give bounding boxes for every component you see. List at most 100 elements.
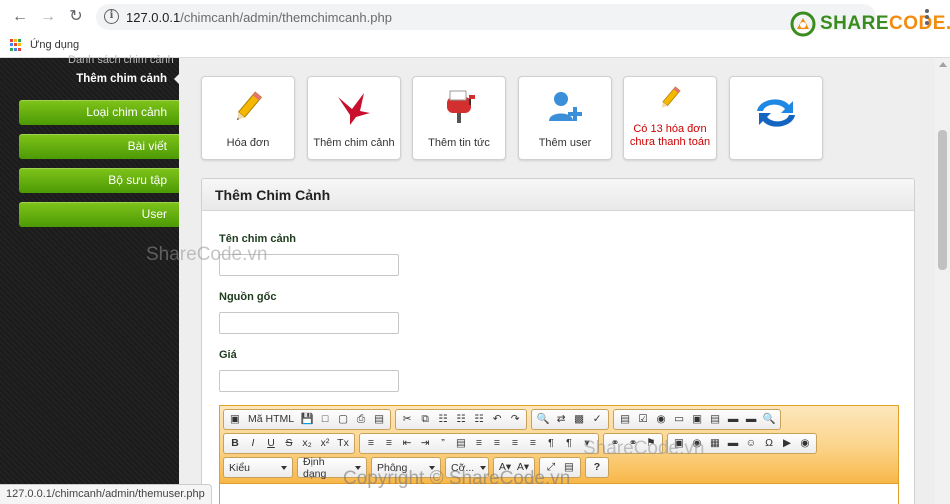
print-icon[interactable]: ⎙: [353, 411, 369, 428]
source-button[interactable]: Mã HTML: [245, 411, 297, 428]
table-icon[interactable]: ▦: [707, 435, 723, 452]
info-icon[interactable]: i: [104, 9, 119, 24]
align-left-icon[interactable]: ≡: [471, 435, 487, 452]
unlink-icon[interactable]: ⚭: [625, 435, 641, 452]
link-icon[interactable]: ⚭: [607, 435, 623, 452]
checkbox-icon[interactable]: ☑: [635, 411, 651, 428]
sidebar-item-add-bird[interactable]: Thêm chim cảnh: [0, 70, 179, 88]
spellcheck-icon[interactable]: ✓: [589, 411, 605, 428]
smiley-icon[interactable]: ☺: [743, 435, 759, 452]
indent-icon[interactable]: ⇥: [417, 435, 433, 452]
reload-icon[interactable]: ↻: [66, 7, 86, 27]
tile-unpaid-invoices[interactable]: Có 13 hóa đơn chưa thanh toán: [623, 76, 717, 160]
tile-refresh[interactable]: [729, 76, 823, 160]
save-icon[interactable]: 💾: [299, 411, 315, 428]
bird-icon: [308, 87, 400, 127]
browser-menu-icon[interactable]: [925, 9, 929, 25]
form-icon[interactable]: ▤: [617, 411, 633, 428]
templates-icon[interactable]: ▤: [371, 411, 387, 428]
maximize-icon[interactable]: ⤢: [543, 459, 559, 476]
editor-content-area[interactable]: [220, 483, 898, 504]
sidebar-item-bird-category[interactable]: Loại chim cảnh: [19, 100, 179, 125]
paste-word-icon[interactable]: ☷: [471, 411, 487, 428]
price-input[interactable]: [219, 370, 399, 392]
preview-icon[interactable]: ▢: [335, 411, 351, 428]
language-icon[interactable]: ▾: [579, 435, 595, 452]
superscript-button[interactable]: x²: [317, 435, 333, 452]
bird-name-input[interactable]: [219, 254, 399, 276]
toolbar-group-about: ?: [585, 457, 609, 478]
page-break-icon[interactable]: ▶: [779, 435, 795, 452]
justify-icon[interactable]: ≡: [525, 435, 541, 452]
hidden-field-icon[interactable]: 🔍: [761, 411, 777, 428]
sidebar-item-posts[interactable]: Bài viết: [19, 134, 179, 159]
underline-button[interactable]: U: [263, 435, 279, 452]
div-container-icon[interactable]: ▤: [453, 435, 469, 452]
find-icon[interactable]: 🔍: [535, 411, 551, 428]
format-combo[interactable]: Định dạng: [297, 456, 367, 480]
button-field-icon[interactable]: ▬: [725, 411, 741, 428]
subscript-button[interactable]: x₂: [299, 435, 315, 452]
text-color-icon[interactable]: A▾: [497, 459, 513, 476]
bold-button[interactable]: B: [227, 435, 243, 452]
tile-add-news[interactable]: Thêm tin tức: [412, 76, 506, 160]
flash-icon[interactable]: ◉: [689, 435, 705, 452]
bookmark-apps-label[interactable]: Ứng dụng: [30, 39, 79, 51]
align-right-icon[interactable]: ≡: [507, 435, 523, 452]
remove-format-button[interactable]: Tx: [335, 435, 351, 452]
outdent-icon[interactable]: ⇤: [399, 435, 415, 452]
anchor-icon[interactable]: ⚑: [643, 435, 659, 452]
sidebar-item-user[interactable]: User: [19, 202, 179, 227]
undo-icon[interactable]: ↶: [489, 411, 505, 428]
image-button-icon[interactable]: ▬: [743, 411, 759, 428]
tile-add-bird[interactable]: Thêm chim cảnh: [307, 76, 401, 160]
show-blocks-icon[interactable]: ▤: [561, 459, 577, 476]
iframe-icon[interactable]: ◉: [797, 435, 813, 452]
special-char-icon[interactable]: Ω: [761, 435, 777, 452]
select-field-icon[interactable]: ▤: [707, 411, 723, 428]
bulleted-list-icon[interactable]: ≡: [381, 435, 397, 452]
chevron-down-icon: [480, 465, 487, 470]
back-arrow-icon[interactable]: ←: [10, 7, 30, 27]
copy-icon[interactable]: ⧉: [417, 411, 433, 428]
origin-input[interactable]: [219, 312, 399, 334]
align-center-icon[interactable]: ≡: [489, 435, 505, 452]
font-combo[interactable]: Phông: [371, 457, 441, 478]
font-size-combo[interactable]: Cỡ...: [445, 457, 489, 478]
replace-icon[interactable]: ⇄: [553, 411, 569, 428]
help-button[interactable]: ?: [589, 459, 605, 476]
ltr-icon[interactable]: ¶: [543, 435, 559, 452]
sidebar-item-collection[interactable]: Bộ sưu tập: [19, 168, 179, 193]
styles-combo[interactable]: Kiểu: [223, 457, 293, 478]
rtl-icon[interactable]: ¶: [561, 435, 577, 452]
forward-arrow-icon[interactable]: →: [38, 7, 58, 27]
cut-icon[interactable]: ✂: [399, 411, 415, 428]
horizontal-rule-icon[interactable]: ▬: [725, 435, 741, 452]
font-combo-label: Phông: [377, 461, 408, 474]
tile-add-user[interactable]: Thêm user: [518, 76, 612, 160]
italic-button[interactable]: I: [245, 435, 261, 452]
toolbar-group-document: ▣ Mã HTML 💾 □ ▢ ⎙ ▤: [223, 409, 392, 430]
apps-grid-icon[interactable]: [10, 39, 22, 51]
address-bar[interactable]: i 127.0.0.1/chimcanh/admin/themchimcanh.…: [96, 4, 876, 30]
numbered-list-icon[interactable]: ≡: [363, 435, 379, 452]
paste-text-icon[interactable]: ☷: [453, 411, 469, 428]
radio-icon[interactable]: ◉: [653, 411, 669, 428]
tile-invoices[interactable]: Hóa đơn: [201, 76, 295, 160]
paste-icon[interactable]: ☷: [435, 411, 451, 428]
blockquote-icon[interactable]: ”: [435, 435, 451, 452]
bg-color-icon[interactable]: A▾: [515, 459, 531, 476]
image-icon[interactable]: ▣: [671, 435, 687, 452]
strike-button[interactable]: S: [281, 435, 297, 452]
redo-icon[interactable]: ↷: [507, 411, 523, 428]
textfield-icon[interactable]: ▭: [671, 411, 687, 428]
select-all-icon[interactable]: ▩: [571, 411, 587, 428]
scroll-up-arrow-icon[interactable]: [939, 62, 947, 67]
textarea-icon[interactable]: ▣: [689, 411, 705, 428]
address-url[interactable]: 127.0.0.1/chimcanh/admin/themchimcanh.ph…: [126, 10, 392, 25]
scrollbar-thumb[interactable]: [938, 130, 947, 270]
sidebar-item-cut[interactable]: Danh sách chim cảnh: [68, 54, 174, 66]
new-page-icon[interactable]: □: [317, 411, 333, 428]
page-scrollbar[interactable]: [935, 58, 950, 504]
add-bird-panel: Thêm Chim Cảnh Tên chim cảnh Nguồn gốc G…: [201, 178, 915, 504]
